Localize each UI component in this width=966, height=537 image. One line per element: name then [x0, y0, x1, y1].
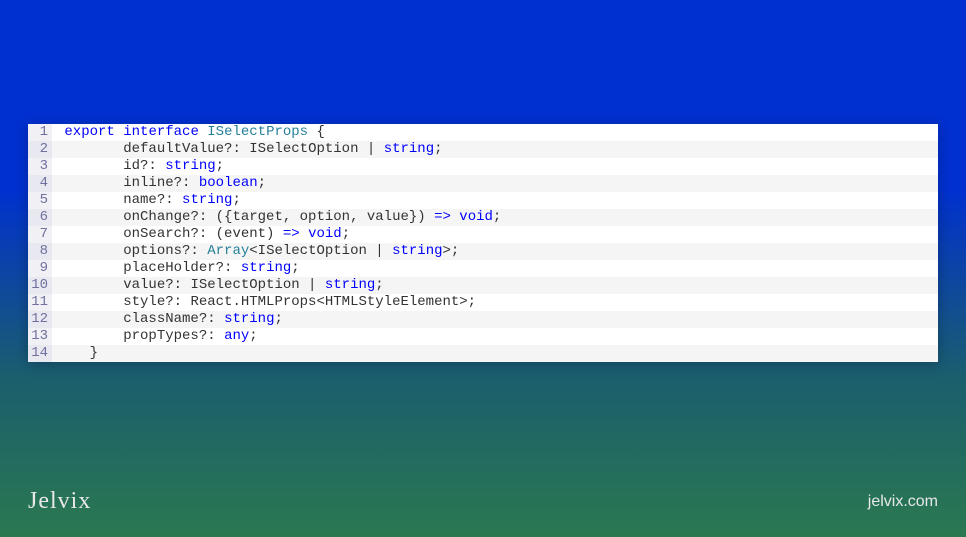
code-line: 9 placeHolder?: string;	[28, 260, 938, 277]
line-number: 4	[28, 175, 52, 192]
line-number: 12	[28, 311, 52, 328]
line-content: export interface ISelectProps {	[52, 124, 938, 141]
code-line: 8 options?: Array<ISelectOption | string…	[28, 243, 938, 260]
line-content: value?: ISelectOption | string;	[52, 277, 938, 294]
code-line: 11 style?: React.HTMLProps<HTMLStyleElem…	[28, 294, 938, 311]
code-line: 13 propTypes?: any;	[28, 328, 938, 345]
line-number: 8	[28, 243, 52, 260]
line-content: inline?: boolean;	[52, 175, 938, 192]
line-content: propTypes?: any;	[52, 328, 938, 345]
brand-url: jelvix.com	[868, 493, 938, 511]
code-line: 6 onChange?: ({target, option, value}) =…	[28, 209, 938, 226]
line-number: 1	[28, 124, 52, 141]
line-content: style?: React.HTMLProps<HTMLStyleElement…	[52, 294, 938, 311]
code-line: 7 onSearch?: (event) => void;	[28, 226, 938, 243]
line-number: 5	[28, 192, 52, 209]
line-number: 3	[28, 158, 52, 175]
code-line: 3 id?: string;	[28, 158, 938, 175]
line-content: }	[52, 345, 938, 362]
line-content: options?: Array<ISelectOption | string>;	[52, 243, 938, 260]
code-line: 14 }	[28, 345, 938, 362]
line-number: 11	[28, 294, 52, 311]
line-content: onChange?: ({target, option, value}) => …	[52, 209, 938, 226]
code-block: 1 export interface ISelectProps {2 defau…	[28, 124, 938, 362]
line-content: className?: string;	[52, 311, 938, 328]
line-number: 14	[28, 345, 52, 362]
line-content: id?: string;	[52, 158, 938, 175]
line-number: 9	[28, 260, 52, 277]
line-number: 6	[28, 209, 52, 226]
code-line: 2 defaultValue?: ISelectOption | string;	[28, 141, 938, 158]
line-content: placeHolder?: string;	[52, 260, 938, 277]
line-content: defaultValue?: ISelectOption | string;	[52, 141, 938, 158]
code-line: 4 inline?: boolean;	[28, 175, 938, 192]
code-line: 12 className?: string;	[28, 311, 938, 328]
line-number: 10	[28, 277, 52, 294]
code-line: 10 value?: ISelectOption | string;	[28, 277, 938, 294]
brand-logo: Jelvix	[28, 488, 91, 515]
code-line: 1 export interface ISelectProps {	[28, 124, 938, 141]
line-content: name?: string;	[52, 192, 938, 209]
code-line: 5 name?: string;	[28, 192, 938, 209]
line-number: 7	[28, 226, 52, 243]
line-number: 13	[28, 328, 52, 345]
line-content: onSearch?: (event) => void;	[52, 226, 938, 243]
line-number: 2	[28, 141, 52, 158]
